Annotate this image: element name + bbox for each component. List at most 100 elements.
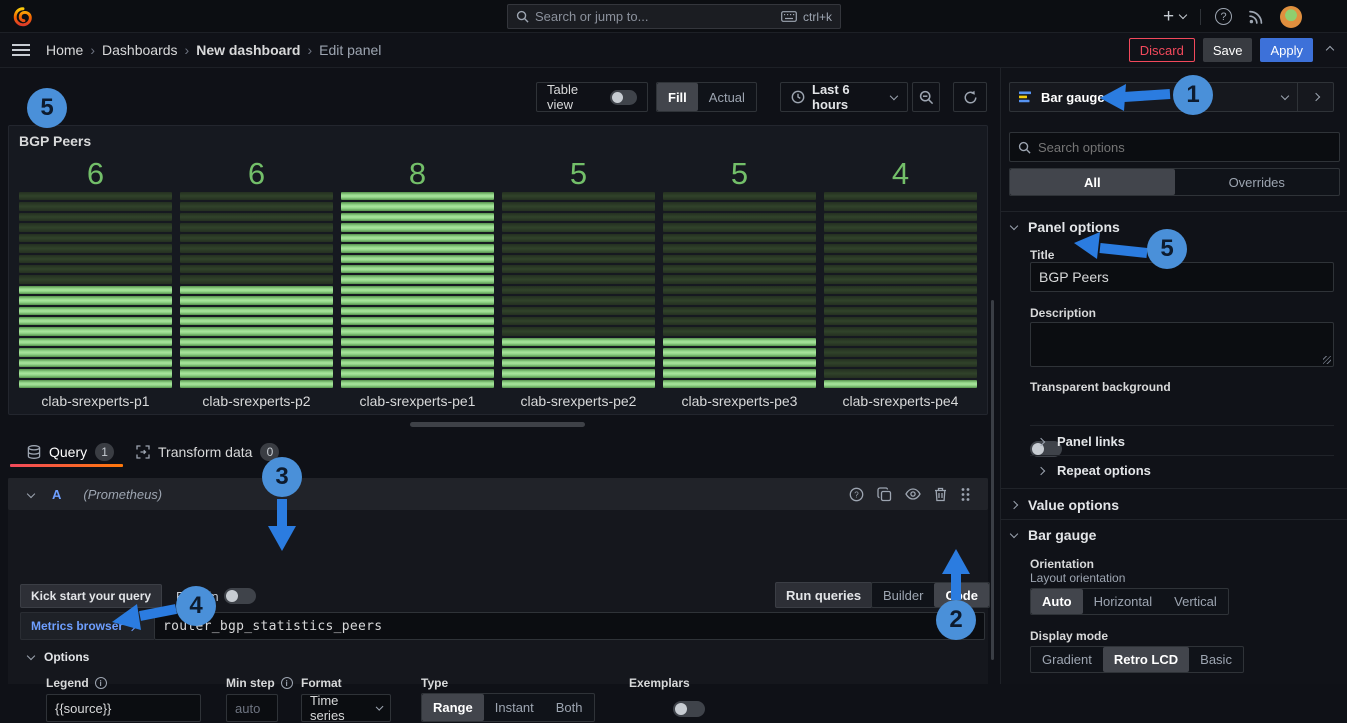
- bar-gauge-cell: [502, 359, 655, 367]
- orientation-description: Layout orientation: [1030, 571, 1125, 585]
- display-retro-lcd-option[interactable]: Retro LCD: [1103, 647, 1189, 672]
- orientation-auto-option[interactable]: Auto: [1031, 589, 1083, 614]
- search-icon: [1018, 141, 1031, 154]
- menu-hamburger-icon[interactable]: [12, 43, 30, 57]
- breadcrumb-home[interactable]: Home: [46, 42, 83, 58]
- query-options-header[interactable]: Options: [28, 650, 89, 664]
- bar-gauge-cell: [341, 327, 494, 335]
- news-rss-icon[interactable]: [1248, 9, 1264, 25]
- vertical-scrollbar[interactable]: [991, 300, 994, 660]
- visualization-picker[interactable]: Bar gauge: [1009, 82, 1298, 112]
- type-instant-option[interactable]: Instant: [484, 694, 545, 721]
- panel-links-header[interactable]: Panel links: [1038, 434, 1125, 449]
- value-options-header[interactable]: Value options: [1011, 497, 1119, 513]
- orientation-horizontal-option[interactable]: Horizontal: [1083, 589, 1164, 614]
- discard-button[interactable]: Discard: [1129, 38, 1195, 62]
- explain-toggle[interactable]: [224, 588, 256, 604]
- panel-options-label: Panel options: [1028, 219, 1120, 235]
- tab-overrides[interactable]: Overrides: [1175, 169, 1340, 195]
- display-gradient-option[interactable]: Gradient: [1031, 647, 1103, 672]
- save-button[interactable]: Save: [1203, 38, 1253, 62]
- builder-option[interactable]: Builder: [872, 583, 934, 607]
- bar-gauge-value: 8: [341, 156, 494, 192]
- breadcrumb-dashboards[interactable]: Dashboards: [102, 42, 178, 58]
- panel-title-input[interactable]: [1030, 262, 1334, 292]
- repeat-options-header[interactable]: Repeat options: [1038, 463, 1151, 478]
- global-search-input[interactable]: [535, 9, 775, 24]
- resize-corner-icon[interactable]: [1323, 356, 1331, 364]
- type-both-option[interactable]: Both: [545, 694, 594, 721]
- chevron-right-icon: [1010, 501, 1018, 509]
- search-icon: [516, 10, 529, 23]
- legend-input[interactable]: [46, 694, 201, 722]
- fill-actual-group: Fill Actual: [656, 82, 757, 112]
- bar-gauge-cell: [341, 202, 494, 210]
- search-options-input[interactable]: [1038, 140, 1331, 155]
- bar-gauge-label: clab-srexperts-pe2: [502, 388, 655, 409]
- duplicate-query-icon[interactable]: [877, 487, 892, 502]
- global-search[interactable]: ctrl+k: [507, 4, 841, 29]
- apply-button[interactable]: Apply: [1260, 38, 1313, 62]
- actual-option[interactable]: Actual: [698, 83, 756, 111]
- bar-gauge-section-header[interactable]: Bar gauge: [1011, 527, 1096, 543]
- tab-query[interactable]: Query 1: [27, 443, 114, 461]
- collapse-header-icon[interactable]: [1326, 46, 1334, 54]
- chevron-down-icon[interactable]: [1179, 11, 1187, 19]
- bar-gauge-cell: [19, 255, 172, 263]
- bar-gauge-cell: [19, 234, 172, 242]
- bar-gauge-viz-icon: [1019, 91, 1033, 103]
- display-mode-group: Gradient Retro LCD Basic: [1030, 646, 1244, 673]
- query-row-header[interactable]: A (Prometheus) ?: [8, 478, 988, 510]
- panel-title: BGP Peers: [19, 133, 91, 149]
- zoom-out-button[interactable]: [912, 82, 940, 112]
- avatar[interactable]: [1280, 6, 1302, 28]
- collapse-query-icon[interactable]: [27, 490, 35, 498]
- bar-gauge-cell: [341, 192, 494, 200]
- tab-transform-data[interactable]: Transform data 0: [136, 443, 279, 461]
- fill-option[interactable]: Fill: [657, 83, 698, 111]
- min-step-input[interactable]: [226, 694, 278, 722]
- grafana-logo[interactable]: [12, 6, 34, 28]
- metrics-browser-button[interactable]: Metrics browser: [20, 612, 154, 640]
- bar-gauge-cell: [341, 317, 494, 325]
- drag-query-grip-icon[interactable]: [961, 487, 970, 502]
- bar-gauge-cell: [824, 307, 977, 315]
- exemplars-toggle[interactable]: [673, 701, 705, 717]
- bar-gauge-cell: [341, 380, 494, 388]
- type-range-option[interactable]: Range: [422, 694, 484, 721]
- panel-options-header[interactable]: Panel options: [1011, 219, 1120, 235]
- pane-resize-handle[interactable]: [410, 422, 585, 427]
- run-queries-button[interactable]: Run queries: [775, 582, 872, 608]
- bar-gauge-cell: [824, 234, 977, 242]
- display-basic-option[interactable]: Basic: [1189, 647, 1243, 672]
- bar-gauge-cell: [180, 317, 333, 325]
- panel-options-sidebar: Bar gauge All Overrides Panel options Ti…: [1000, 68, 1347, 684]
- breadcrumb-new-dashboard[interactable]: New dashboard: [196, 42, 300, 58]
- hide-response-eye-icon[interactable]: [905, 488, 921, 500]
- refresh-button[interactable]: [953, 82, 987, 112]
- help-icon[interactable]: ?: [1215, 8, 1232, 25]
- all-overrides-group: All Overrides: [1009, 168, 1340, 196]
- bar-gauge-cell: [19, 244, 172, 252]
- format-select[interactable]: Time series: [301, 694, 391, 722]
- query-help-icon[interactable]: ?: [849, 487, 864, 502]
- edit-panel-workspace: Table view Fill Actual Last 6 hours BGP …: [0, 68, 1000, 684]
- bar-gauge-column: 6clab-srexperts-p1: [19, 156, 172, 409]
- description-textarea[interactable]: [1030, 322, 1334, 367]
- orientation-vertical-option[interactable]: Vertical: [1163, 589, 1228, 614]
- bar-gauge-cell: [502, 327, 655, 335]
- breadcrumb-edit-panel: Edit panel: [319, 42, 381, 58]
- promql-expression-input[interactable]: [154, 612, 985, 640]
- tab-all[interactable]: All: [1010, 169, 1175, 195]
- time-range-picker[interactable]: Last 6 hours: [780, 82, 908, 112]
- bar-gauge-value: 6: [19, 156, 172, 192]
- toggle-options-pane-button[interactable]: [1298, 82, 1334, 112]
- kick-start-query-button[interactable]: Kick start your query: [20, 584, 162, 608]
- bgp-peers-panel[interactable]: BGP Peers 6clab-srexperts-p16 clab-srexpe…: [8, 125, 988, 415]
- search-options-box[interactable]: [1009, 132, 1340, 162]
- table-view-toggle[interactable]: [610, 90, 637, 105]
- delete-query-trash-icon[interactable]: [934, 487, 947, 502]
- new-add-button[interactable]: +: [1163, 7, 1174, 26]
- bar-gauge-cell: [341, 338, 494, 346]
- bar-gauge-cell: [824, 348, 977, 356]
